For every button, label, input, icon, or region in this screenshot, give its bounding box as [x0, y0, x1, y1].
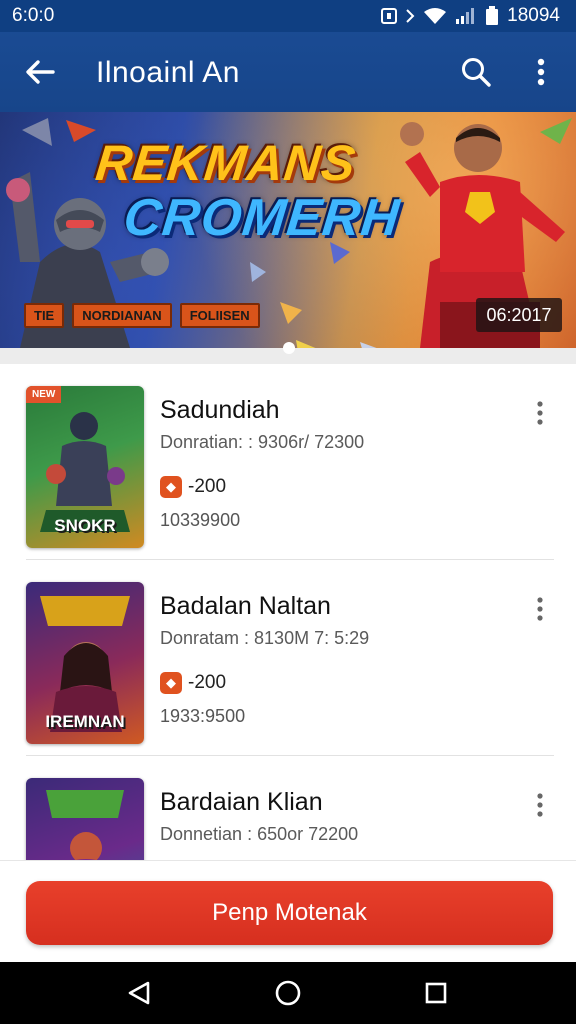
game-thumbnail[interactable]	[26, 778, 144, 860]
banner-code-badge: 06:2017	[476, 298, 562, 332]
wifi-icon	[423, 7, 447, 25]
list-item[interactable]: Bardaian Klian Donnetian : 650or 72200	[0, 756, 576, 860]
game-count: 1933:9500	[160, 706, 246, 726]
thumbnail-label: SNOKR	[54, 516, 116, 535]
nfc-icon	[381, 7, 398, 25]
list-item[interactable]: NEW SNOKR Sadundiah Donratian: : 9306r/ …	[0, 364, 576, 560]
recents-square-icon[interactable]	[419, 976, 453, 1010]
status-time: 6:0:0	[12, 5, 55, 26]
page-title: Ilnoainl An	[96, 56, 240, 89]
battery-icon	[485, 6, 499, 26]
vibrate-icon	[405, 7, 415, 25]
game-list: NEW SNOKR Sadundiah Donratian: : 9306r/ …	[0, 364, 576, 860]
carousel-dot[interactable]	[283, 342, 295, 354]
status-bar: 6:0:0 18094	[0, 0, 576, 32]
game-meta: Donnetian : 650or 72200	[160, 824, 359, 844]
item-more-icon[interactable]	[526, 594, 554, 624]
item-more-icon[interactable]	[526, 398, 554, 428]
search-icon[interactable]	[458, 54, 494, 90]
status-icons: 18094	[381, 5, 560, 27]
price-row: ◆ -200	[160, 476, 226, 498]
banner-tags: TIE NORDIANAN FOLIISEN	[24, 303, 260, 328]
coin-icon: ◆	[160, 672, 182, 694]
banner-tag: NORDIANAN	[72, 303, 172, 328]
banner-tag: FOLIISEN	[179, 303, 260, 328]
home-circle-icon[interactable]	[271, 976, 305, 1010]
game-thumbnail[interactable]: NEW SNOKR	[26, 386, 144, 548]
back-triangle-icon[interactable]	[122, 976, 156, 1010]
coin-icon: ◆	[160, 476, 182, 498]
game-name: Bardaian Klian	[160, 788, 323, 816]
banner-tag: TIE	[24, 303, 65, 328]
thumbnail-tag: NEW	[26, 386, 62, 403]
thumbnail-art	[46, 790, 124, 860]
system-nav-bar	[0, 962, 576, 1024]
item-more-icon[interactable]	[526, 790, 554, 820]
bottom-action-area: Penp Motenak	[0, 860, 576, 962]
game-meta: Donratian: : 9306r/ 72300	[160, 432, 365, 452]
back-arrow-icon[interactable]	[22, 54, 58, 90]
banner-title-line1: REKMANS	[93, 135, 359, 191]
carousel-indicator	[0, 342, 576, 364]
list-item[interactable]: IREMNAN Badalan Naltan Donratam : 8130M …	[0, 560, 576, 756]
game-name: Badalan Naltan	[160, 592, 331, 620]
game-thumbnail[interactable]: IREMNAN	[26, 582, 144, 744]
game-price: -200	[188, 672, 227, 693]
more-vert-icon[interactable]	[526, 54, 556, 90]
price-row: ◆ -200	[160, 672, 226, 694]
game-meta: Donratam : 8130M 7: 5:29	[160, 628, 370, 648]
banner-title-line2: CROMERH	[120, 189, 403, 247]
game-price: -200	[188, 476, 227, 497]
primary-action-button[interactable]: Penp Motenak	[26, 881, 553, 945]
signal-icon	[455, 7, 477, 25]
game-name: Sadundiah	[160, 396, 280, 424]
game-count: 10339900	[160, 510, 241, 530]
app-bar: Ilnoainl An	[0, 32, 576, 112]
status-right-text: 18094	[507, 5, 560, 26]
promo-banner[interactable]: REKMANS CROMERH TIE NORDIANAN FOLIISEN 0…	[0, 112, 576, 348]
thumbnail-label: IREMNAN	[45, 712, 125, 731]
